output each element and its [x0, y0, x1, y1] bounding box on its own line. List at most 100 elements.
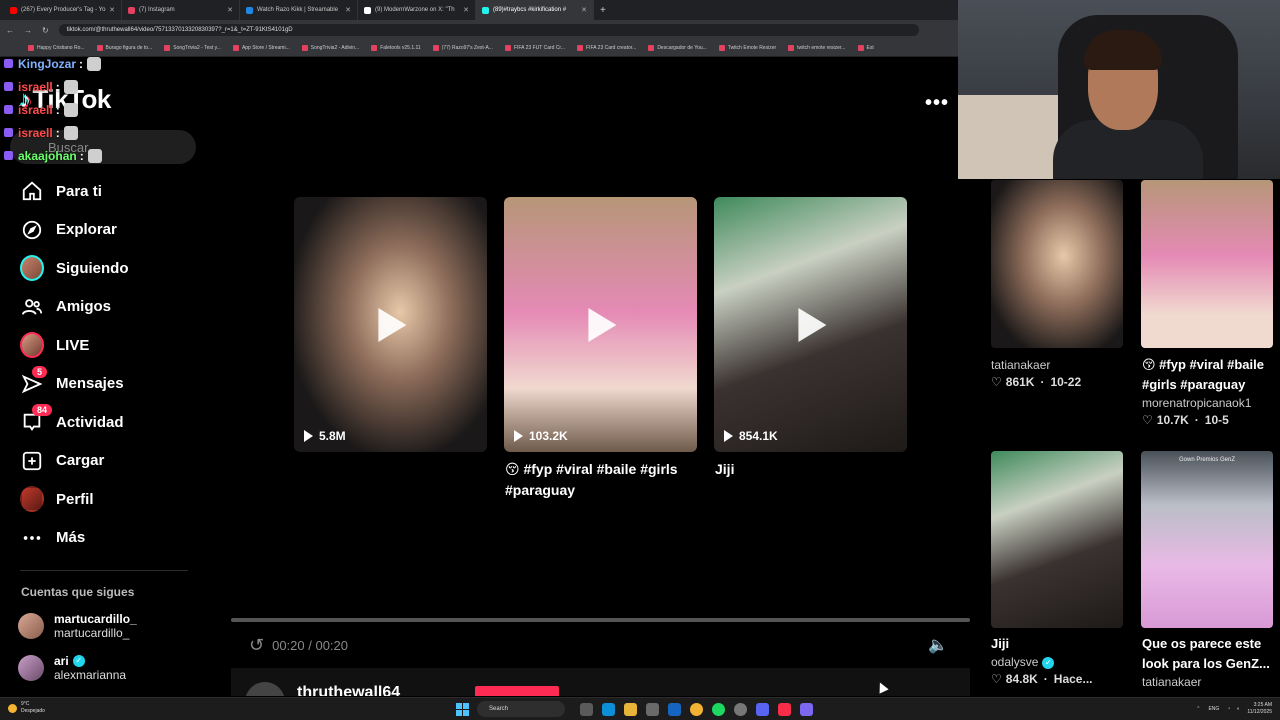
following-account[interactable]: ari ✓ alexmarianna: [18, 654, 126, 682]
new-tab-button[interactable]: +: [600, 5, 606, 16]
close-tab-icon[interactable]: ✕: [345, 6, 351, 14]
follow-button[interactable]: [475, 686, 559, 696]
sidebar-item-explorar[interactable]: Explorar: [0, 211, 200, 250]
video-card[interactable]: 103.2K: [504, 197, 697, 452]
bookmark-item[interactable]: SongTrivia2 - Test y...: [164, 45, 221, 51]
teams-icon[interactable]: [799, 702, 813, 716]
bookmark-item[interactable]: FIFA 23 FUT Card Cr...: [504, 45, 565, 51]
sidebar-item-mensajes[interactable]: 5 Mensajes: [0, 365, 200, 404]
browser-tab[interactable]: (267) Every Producer's Tag - Yo ✕: [4, 0, 122, 20]
chat-username: KingJozar: [18, 56, 77, 71]
url-input[interactable]: tiktok.com/@thruthewall64/video/75713370…: [58, 24, 919, 36]
weather-widget[interactable]: 9°C Despejado: [8, 701, 45, 715]
wifi-icon[interactable]: ◔: [1227, 706, 1230, 712]
browser-tab[interactable]: (9) ModernWarzone on X: "Th ✕: [358, 0, 476, 20]
task-view-icon[interactable]: [579, 702, 593, 716]
store-icon[interactable]: [645, 702, 659, 716]
close-tab-icon[interactable]: ✕: [581, 6, 587, 14]
play-icon[interactable]: [377, 307, 406, 342]
related-video-thumb[interactable]: [991, 180, 1123, 348]
stream-chat-overlay: KingJozar: israell: israell: israell: akaajo…: [4, 52, 102, 167]
music-icon[interactable]: [777, 702, 791, 716]
close-tab-icon[interactable]: ✕: [463, 6, 469, 14]
forward-icon[interactable]: →: [24, 26, 32, 35]
file-explorer-icon[interactable]: [623, 702, 637, 716]
weather-icon: [8, 703, 17, 713]
view-count: 103.2K: [514, 429, 568, 443]
home-icon: [20, 179, 44, 203]
play-icon[interactable]: [797, 307, 826, 342]
author-name[interactable]: thruthewall64: [297, 684, 400, 696]
bookmark-item[interactable]: Faletools v25.1.11: [371, 45, 421, 51]
avatar[interactable]: [245, 682, 285, 696]
bookmark-item[interactable]: Descargador de You...: [648, 45, 707, 51]
volume-tray-icon[interactable]: ◖: [1236, 706, 1239, 712]
edge-icon[interactable]: [601, 702, 615, 716]
video-progress-bar[interactable]: [231, 618, 970, 622]
mail-icon[interactable]: [667, 702, 681, 716]
spotify-icon[interactable]: [711, 702, 725, 716]
chat-username: israell: [18, 125, 53, 140]
chevron-up-icon[interactable]: ⌃: [1196, 706, 1200, 712]
bookmark-item[interactable]: SongTrivia2 - Adivin...: [301, 45, 359, 51]
play-small-icon: [724, 430, 733, 442]
browser-tab[interactable]: (7) Instagram ✕: [122, 0, 240, 20]
browser-tab-active[interactable]: (89)#traybcs #kirkification # ✕: [476, 0, 594, 20]
bookmark-icon: [432, 45, 439, 51]
sidebar-item-para-ti[interactable]: Para ti: [0, 172, 200, 211]
back-icon[interactable]: ←: [6, 26, 14, 35]
bookmark-item[interactable]: twitch emote resizer...: [788, 45, 846, 51]
sidebar-item-live[interactable]: LIVE: [0, 326, 200, 365]
view-count: 5.8M: [304, 429, 346, 443]
bookmark-item[interactable]: App Store / Streami...: [232, 45, 290, 51]
webcam-overlay: [958, 0, 1280, 179]
video-card[interactable]: 5.8M: [294, 197, 487, 452]
volume-icon[interactable]: 🔈: [928, 635, 948, 655]
sidebar-item-amigos[interactable]: Amigos: [0, 288, 200, 327]
discord-icon[interactable]: [755, 702, 769, 716]
live-avatar-icon: [20, 332, 44, 359]
sidebar-item-perfil[interactable]: Perfil: [0, 480, 200, 519]
bookmark-item[interactable]: Twitch Emote Resizer: [718, 45, 776, 51]
video-caption[interactable]: 😚 #fyp #viral #baile #girls #paraguay: [505, 459, 700, 501]
related-video-thumb[interactable]: Gown Premios GenZ: [1141, 451, 1273, 628]
windows-taskbar: 9°C Despejado Search ⌃ ENG ◔ ◖ 3:25 AM 11/…: [0, 697, 1280, 720]
clock[interactable]: 3:25 AM 11/12/2025: [1247, 702, 1272, 716]
video-card[interactable]: 854.1K: [714, 197, 907, 452]
bookmark-icon: [577, 45, 583, 51]
sidebar-item-siguiendo[interactable]: Siguiendo: [0, 249, 200, 288]
sidebar-item-más[interactable]: Más: [0, 519, 200, 558]
sidebar-item-actividad[interactable]: 84 Actividad: [0, 403, 200, 442]
browser-tab[interactable]: Watch Razo Kikk | Streamable ✕: [240, 0, 358, 20]
sidebar-item-label: Más: [56, 529, 86, 547]
sidebar-item-label: Siguiendo: [56, 259, 129, 277]
system-tray: ⌃ ENG ◔ ◖ 3:25 AM 11/12/2025: [1196, 702, 1272, 716]
windows-start-icon[interactable]: [456, 702, 469, 716]
bookmark-item[interactable]: Happy Cristiano Ro...: [28, 45, 85, 51]
sidebar-item-label: Para ti: [56, 182, 102, 200]
close-tab-icon[interactable]: ✕: [109, 6, 115, 14]
play-icon[interactable]: [587, 307, 616, 342]
bookmark-item[interactable]: Burago figura de to...: [96, 45, 152, 51]
reload-icon[interactable]: ↻: [42, 26, 49, 35]
chrome-icon[interactable]: [689, 702, 703, 716]
related-video-thumb[interactable]: [991, 451, 1123, 628]
chat-badge-icon: [4, 105, 13, 114]
bookmark-icon: [96, 45, 103, 51]
close-tab-icon[interactable]: ✕: [227, 6, 233, 14]
bookmark-item[interactable]: Est: [857, 45, 874, 51]
chat-emote-icon: [87, 148, 102, 163]
replay-icon[interactable]: ↺: [249, 635, 264, 656]
sidebar-item-label: Amigos: [56, 298, 112, 316]
video-caption[interactable]: Jiji: [715, 459, 910, 480]
obs-icon[interactable]: [733, 702, 747, 716]
more-options-icon[interactable]: •••: [925, 92, 949, 115]
related-video-thumb[interactable]: [1141, 180, 1273, 348]
sidebar-item-cargar[interactable]: Cargar: [0, 442, 200, 481]
bookmark-icon: [164, 45, 171, 51]
following-account[interactable]: martucardillo_ martucardillo_: [18, 612, 137, 640]
chat-separator: :: [79, 148, 84, 163]
bookmark-item[interactable]: FIFA 23 Card creator...: [577, 45, 636, 51]
bookmark-item[interactable]: (77) Razo97's Zest-A...: [432, 45, 493, 51]
taskbar-search[interactable]: Search: [477, 701, 565, 717]
